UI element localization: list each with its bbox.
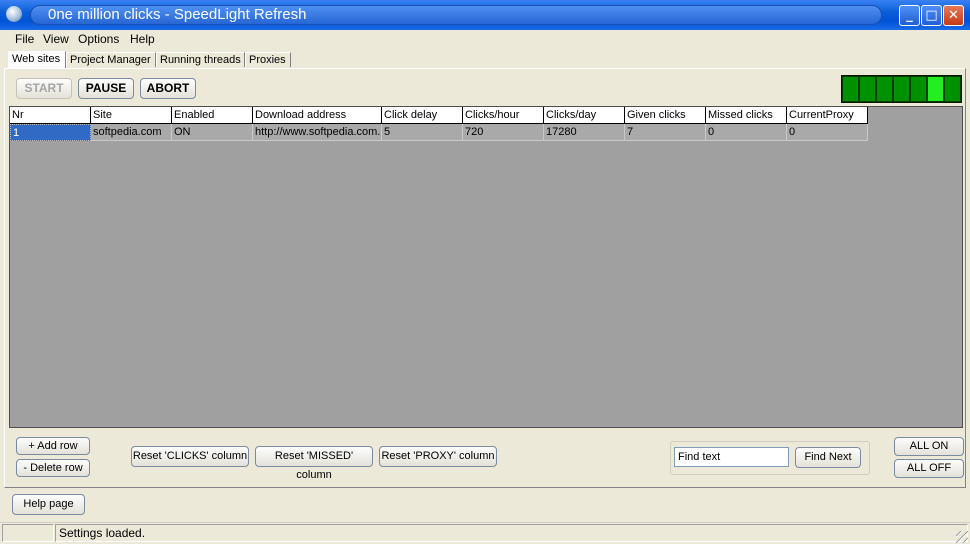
tab-proxies[interactable]: Proxies [245, 52, 291, 67]
close-icon: ✕ [948, 8, 959, 23]
maximize-icon: □ [925, 8, 938, 23]
led-3 [877, 77, 893, 101]
all-off-button[interactable]: ALL OFF [894, 459, 964, 478]
menu-file[interactable]: File [15, 32, 34, 46]
col-header-enabled[interactable]: Enabled [172, 107, 253, 124]
led-2 [860, 77, 876, 101]
tab-web-sites[interactable]: Web sites [8, 51, 66, 68]
menu-help[interactable]: Help [130, 32, 155, 46]
sites-grid[interactable]: Nr Site Enabled Download address Click d… [9, 106, 963, 428]
reset-clicks-button[interactable]: Reset 'CLICKS' column [131, 446, 249, 467]
pause-button[interactable]: PAUSE [78, 78, 134, 99]
reset-proxy-button[interactable]: Reset 'PROXY' column [379, 446, 497, 467]
minimize-button[interactable]: _ [899, 5, 920, 26]
start-button[interactable]: START [16, 78, 72, 99]
activity-leds [841, 75, 962, 103]
cell-click-delay[interactable]: 5 [382, 124, 463, 141]
all-on-button[interactable]: ALL ON [894, 437, 964, 456]
abort-button[interactable]: ABORT [140, 78, 196, 99]
cell-download-address[interactable]: http://www.softpedia.com. [253, 124, 382, 141]
led-4 [894, 77, 910, 101]
maximize-button[interactable]: □ [921, 5, 942, 26]
col-header-site[interactable]: Site [91, 107, 172, 124]
col-header-given-clicks[interactable]: Given clicks [625, 107, 706, 124]
cell-clicks-day[interactable]: 17280 [544, 124, 625, 141]
tab-running-threads[interactable]: Running threads [156, 52, 245, 67]
col-header-download-address[interactable]: Download address [253, 107, 382, 124]
led-1 [843, 77, 859, 101]
minimize-icon: _ [906, 8, 913, 23]
led-7 [945, 77, 961, 101]
status-message: Settings loaded. [55, 524, 968, 542]
tab-project-manager[interactable]: Project Manager [66, 52, 156, 67]
menu-bar: File View Options Help [0, 30, 970, 50]
status-bar: Settings loaded. [0, 522, 970, 544]
resize-grip-icon[interactable] [956, 531, 968, 543]
window-title: 0ne million clicks - SpeedLight Refresh [48, 6, 307, 23]
delete-row-button[interactable]: - Delete row [16, 459, 90, 477]
app-window: 0ne million clicks - SpeedLight Refresh … [0, 0, 970, 544]
cell-clicks-hour[interactable]: 720 [463, 124, 544, 141]
add-row-button[interactable]: + Add row [16, 437, 90, 455]
help-page-button[interactable]: Help page [12, 494, 85, 515]
led-5 [911, 77, 927, 101]
close-button[interactable]: ✕ [943, 5, 964, 26]
col-header-click-delay[interactable]: Click delay [382, 107, 463, 124]
col-header-clicks-day[interactable]: Clicks/day [544, 107, 625, 124]
col-header-missed-clicks[interactable]: Missed clicks [706, 107, 787, 124]
cell-nr[interactable]: 1 [10, 124, 91, 141]
col-header-current-proxy[interactable]: CurrentProxy [787, 107, 868, 124]
col-header-nr[interactable]: Nr [10, 107, 91, 124]
reset-missed-button[interactable]: Reset 'MISSED' column [255, 446, 373, 481]
menu-view[interactable]: View [43, 32, 69, 46]
cell-current-proxy[interactable]: 0 [787, 124, 868, 141]
app-icon[interactable] [6, 6, 22, 22]
title-bar[interactable]: 0ne million clicks - SpeedLight Refresh … [0, 0, 970, 30]
cell-site[interactable]: softpedia.com [91, 124, 172, 141]
col-header-clicks-hour[interactable]: Clicks/hour [463, 107, 544, 124]
status-cell-empty [2, 524, 54, 542]
find-input[interactable] [674, 447, 789, 467]
find-next-button[interactable]: Find Next [795, 447, 861, 468]
menu-options[interactable]: Options [78, 32, 119, 46]
cell-given-clicks[interactable]: 7 [625, 124, 706, 141]
cell-missed-clicks[interactable]: 0 [706, 124, 787, 141]
led-6 [928, 77, 944, 101]
cell-enabled[interactable]: ON [172, 124, 253, 141]
